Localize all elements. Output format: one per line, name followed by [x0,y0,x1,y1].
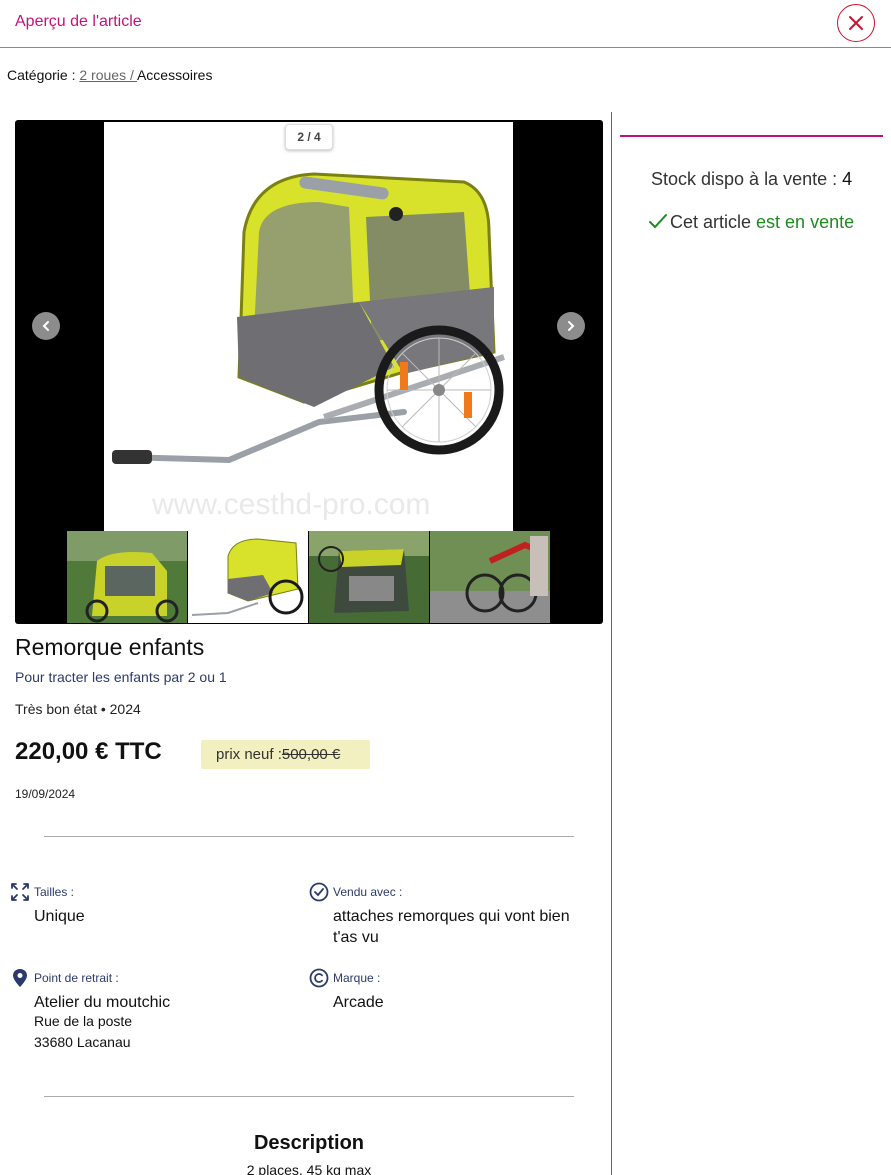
main-photo: www.cesthd-pro.com [104,122,513,531]
thumbnail-strip [67,531,553,623]
pickup-label: Point de retrait : [34,971,119,985]
breadcrumb: Catégorie : 2 roues / Accessoires [7,67,212,83]
sale-prefix: Cet article [670,212,752,232]
thumbnail-3[interactable] [309,531,429,623]
brand-label: Marque : [333,971,381,985]
divider-bottom [44,1096,574,1097]
pickup-street: Rue de la poste [34,1013,133,1029]
product-name: Remorque enfants [15,634,205,660]
sizes-value: Unique [34,908,85,925]
image-counter: 2 / 4 [285,124,333,150]
check-circle-icon [309,882,329,902]
product-subtitle: Pour tracter les enfants par 2 ou 1 [15,669,227,685]
bike-trailer-image: www.cesthd-pro.com [104,122,513,531]
attribute-sizes: Tailles : Unique [10,882,290,932]
close-icon [849,16,863,30]
svg-text:www.cesthd-pro.com: www.cesthd-pro.com [151,488,430,521]
divider-top [44,836,574,837]
chevron-right-icon [568,321,575,331]
sold-with-label: Vendu avec : [333,885,403,899]
description-text: 2 places, 45 kg max [246,1162,372,1175]
pickup-value: Atelier du moutchic [34,994,171,1011]
image-gallery: www.cesthd-pro.com 2 / 4 [15,120,603,624]
location-pin-icon [13,969,27,987]
stock-label: Stock dispo à la vente : [651,169,843,189]
attribute-pickup: Point de retrait : Atelier du moutchic R… [10,968,290,1058]
listing-date: 19/09/2024 [15,787,76,801]
modal-title: Aperçu de l'article [15,13,142,30]
chevron-left-icon [42,321,49,331]
column-divider [611,112,612,1175]
sidebar-accent-line [620,135,883,137]
close-button[interactable] [837,4,875,42]
product-condition: Très bon état • 2024 [15,701,141,717]
sale-status: Cet article est en vente [648,212,854,233]
brand-value: Arcade [333,994,384,1011]
new-price-value: 500,00 € [281,746,341,763]
breadcrumb-current: Accessoires [136,67,213,83]
sale-status-text: est en vente [756,212,855,232]
next-image-button[interactable] [557,312,585,340]
attribute-sold-with: Vendu avec : attaches remorques qui vont… [309,882,589,952]
attribute-brand: Marque : Arcade [309,968,589,1018]
product-price: 220,00 € TTC [15,738,162,765]
thumbnail-1[interactable] [67,531,187,623]
new-price-label: prix neuf : [216,746,282,763]
previous-image-button[interactable] [32,312,60,340]
stock-info: Stock dispo à la vente : 4 [651,169,852,190]
thumbnail-4[interactable] [430,531,550,623]
sizes-label: Tailles : [34,885,75,899]
description-title: Description [253,1132,365,1154]
copyright-icon [309,968,329,988]
breadcrumb-parent-link[interactable]: 2 roues / [79,67,137,83]
thumbnail-2[interactable] [188,531,308,623]
stock-value: 4 [842,169,853,189]
modal-header: Aperçu de l'article [0,0,891,48]
breadcrumb-prefix: Catégorie : [7,67,80,83]
checkmark-icon [649,214,667,229]
expand-icon [11,883,29,901]
pickup-city: 33680 Lacanau [34,1034,131,1050]
new-price-badge: prix neuf : 500,00 € [201,740,370,769]
sold-with-value: attaches remorques qui vont bien t'as vu [333,908,570,946]
